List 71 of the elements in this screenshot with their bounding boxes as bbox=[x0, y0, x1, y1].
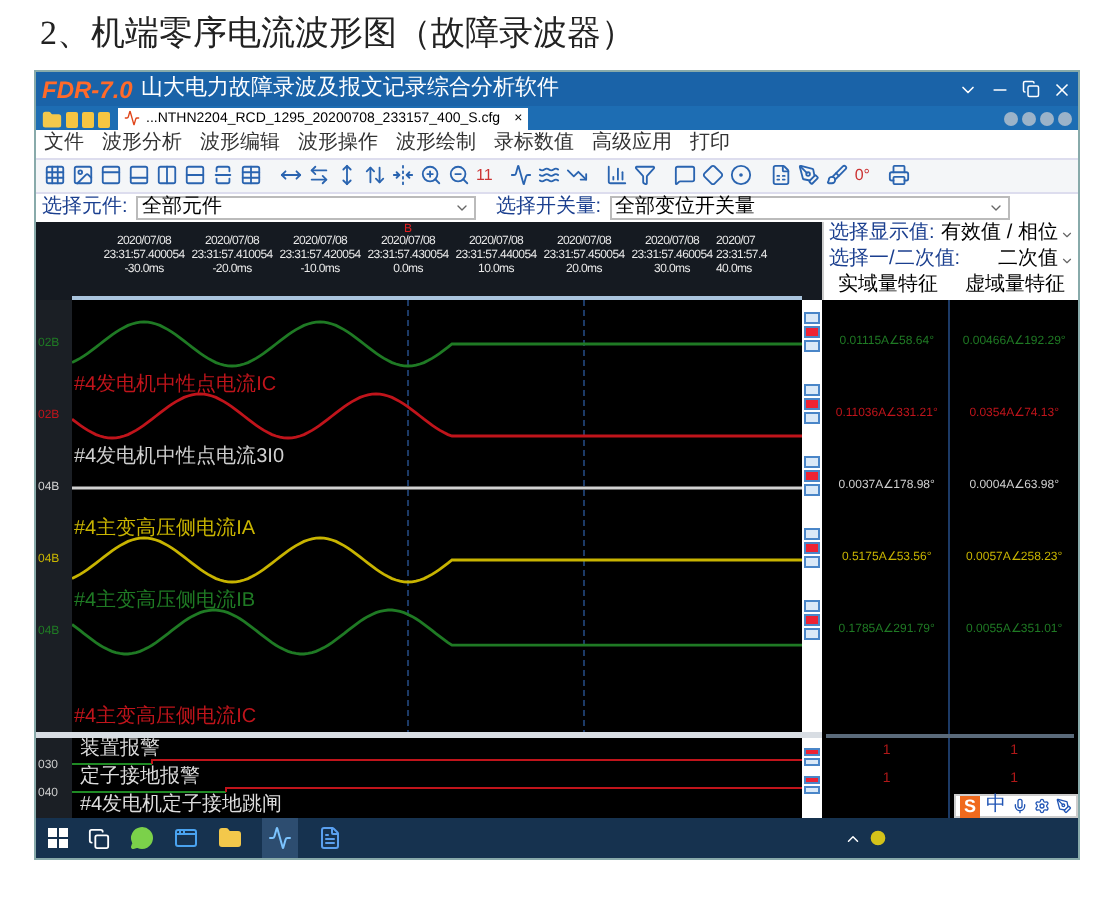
fold-icon[interactable] bbox=[392, 164, 414, 187]
pen-icon[interactable] bbox=[798, 164, 821, 187]
table-icon[interactable] bbox=[240, 164, 262, 187]
menu-item[interactable]: 波形编辑 bbox=[200, 133, 280, 154]
filter-label: 选择元件: bbox=[42, 197, 128, 218]
target-icon[interactable] bbox=[730, 164, 753, 187]
panel-icon[interactable] bbox=[128, 164, 150, 187]
display-label: 选择一/二次值: bbox=[828, 250, 961, 271]
active-app-button[interactable] bbox=[262, 818, 298, 858]
switch-name: 装置报警 bbox=[80, 739, 160, 760]
vertical-arrows-icon[interactable] bbox=[336, 164, 358, 187]
image-icon[interactable] bbox=[72, 164, 94, 187]
document-icon[interactable] bbox=[318, 826, 342, 850]
toolbar-text-button[interactable]: 0° bbox=[854, 167, 870, 184]
menu-item[interactable]: 文件 bbox=[44, 133, 84, 154]
spreadsheet-icon[interactable] bbox=[770, 164, 793, 187]
circle-icon[interactable] bbox=[870, 830, 886, 846]
restore-icon[interactable] bbox=[1022, 79, 1040, 97]
toolbar-text-button[interactable]: 11 bbox=[476, 167, 493, 184]
display-select[interactable]: 有效值 / 相位 bbox=[938, 224, 1074, 245]
folder-icon[interactable] bbox=[218, 826, 242, 850]
column-header: 虚域量特征 bbox=[962, 276, 1067, 297]
left-right-arrows-icon[interactable] bbox=[308, 164, 330, 187]
wave-icon[interactable] bbox=[538, 164, 561, 187]
comment-icon[interactable] bbox=[674, 164, 697, 187]
panel-icon[interactable] bbox=[100, 164, 122, 187]
channel-name: #4发电机中性点电流IC bbox=[74, 375, 277, 396]
chat-bubble-icon[interactable] bbox=[130, 826, 154, 850]
filter-select[interactable]: 全部元件 bbox=[135, 195, 476, 220]
brush-icon[interactable] bbox=[826, 164, 849, 187]
columns-icon[interactable] bbox=[156, 164, 178, 187]
windows-start-icon[interactable] bbox=[48, 828, 68, 848]
waveform-icon bbox=[124, 110, 140, 127]
display-label: 选择显示值: bbox=[828, 224, 935, 245]
app-window-icon[interactable] bbox=[174, 826, 198, 850]
waveform-icon bbox=[268, 826, 292, 850]
filter-label: 选择开关量: bbox=[495, 197, 602, 218]
zoom-in-icon[interactable] bbox=[420, 164, 442, 187]
channel-name: #4主变高压侧电流IC bbox=[74, 707, 257, 728]
menu-item[interactable]: 打印 bbox=[690, 133, 730, 154]
pulse-icon[interactable] bbox=[510, 164, 533, 187]
menu-item[interactable]: 波形分析 bbox=[102, 133, 182, 154]
diamond-icon[interactable] bbox=[702, 164, 725, 187]
input-method-bar[interactable]: S 中 bbox=[953, 794, 1078, 818]
menu-item[interactable]: 波形操作 bbox=[298, 133, 378, 154]
cursor-line[interactable] bbox=[407, 299, 409, 732]
zoom-out-icon[interactable] bbox=[448, 164, 470, 187]
up-down-arrows-icon[interactable] bbox=[364, 164, 386, 187]
task-view-icon[interactable] bbox=[88, 827, 110, 849]
menu-item[interactable]: 录标数值 bbox=[494, 133, 574, 154]
split-icon[interactable] bbox=[212, 164, 234, 187]
filter-select[interactable]: 全部变位开关量 bbox=[609, 195, 1010, 220]
bar-chart-icon[interactable] bbox=[606, 164, 629, 187]
display-select[interactable]: 二次值 bbox=[964, 250, 1074, 271]
trend-icon[interactable] bbox=[566, 164, 589, 187]
channel-name: #4主变高压侧电流IB bbox=[74, 591, 256, 612]
printer-icon[interactable] bbox=[887, 164, 910, 187]
filter-icon[interactable] bbox=[634, 164, 657, 187]
switch-name: 定子接地报警 bbox=[80, 767, 200, 788]
channel-name: #4主变高压侧电流IA bbox=[74, 519, 256, 540]
menu-item[interactable]: 波形绘制 bbox=[396, 133, 476, 154]
window-title: 山大电力故障录波及报文记录综合分析软件 bbox=[140, 73, 559, 105]
rows-icon[interactable] bbox=[184, 164, 206, 187]
channel-name: #4发电机中性点电流3I0 bbox=[74, 447, 285, 468]
menu-item[interactable]: 高级应用 bbox=[592, 133, 672, 154]
app-logo: FDR-7.0 bbox=[42, 73, 133, 107]
grid-icon[interactable] bbox=[44, 164, 66, 187]
page-heading: 2、机端零序电流波形图（故障录波器） bbox=[38, 12, 637, 56]
switch-name: #4发电机定子接地跳闸 bbox=[80, 795, 283, 816]
column-header: 实域量特征 bbox=[836, 276, 941, 297]
close-icon[interactable] bbox=[1052, 79, 1072, 99]
